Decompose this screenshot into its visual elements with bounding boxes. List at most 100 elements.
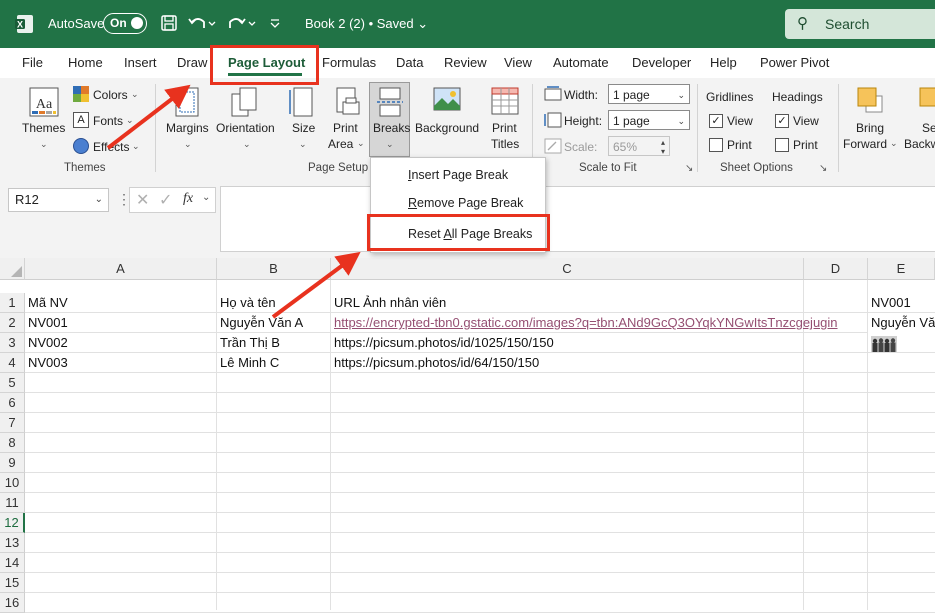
row-header-1[interactable]: 1: [0, 293, 25, 313]
select-all-corner[interactable]: [0, 258, 25, 280]
tab-home[interactable]: Home: [68, 48, 103, 78]
cell-a4[interactable]: NV003: [25, 353, 216, 373]
search-placeholder: Search: [825, 16, 870, 32]
tab-formulas[interactable]: Formulas: [322, 48, 376, 78]
gridline: [25, 532, 935, 533]
chevron-down-icon: ⌄: [132, 141, 140, 151]
headings-print-label: Print: [793, 138, 818, 152]
customize-qat-icon[interactable]: [268, 16, 282, 30]
tab-data[interactable]: Data: [396, 48, 423, 78]
tab-draw[interactable]: Draw: [177, 48, 207, 78]
name-box-value: R12: [15, 192, 39, 207]
row-header-16[interactable]: 16: [0, 593, 25, 613]
cell-c1[interactable]: URL Ảnh nhân viên: [331, 293, 803, 313]
headings-view-checkbox[interactable]: ✓: [775, 114, 789, 128]
menu-item-remove-page-break[interactable]: Remove Page Break: [371, 189, 545, 217]
scale-label: Scale:: [564, 140, 598, 154]
background-label: Background: [415, 121, 480, 135]
cell-c2-hyperlink[interactable]: https://encrypted-tbn0.gstatic.com/image…: [331, 313, 867, 333]
chevron-down-icon: ⌄: [94, 194, 103, 205]
column-header-a[interactable]: A: [25, 258, 217, 280]
column-header-e[interactable]: E: [868, 258, 935, 280]
row-header-6[interactable]: 6: [0, 393, 25, 413]
undo-icon[interactable]: [188, 14, 216, 32]
row-header-7[interactable]: 7: [0, 413, 25, 433]
breaks-button[interactable]: Breaks ⌄: [369, 82, 410, 157]
tab-file[interactable]: File: [22, 48, 43, 78]
menu-item-insert-page-break[interactable]: Insert Page Break: [371, 161, 545, 189]
chevron-down-icon: ⌄: [184, 139, 192, 149]
cell-a2[interactable]: NV001: [25, 313, 216, 333]
redo-icon[interactable]: [228, 14, 256, 32]
height-dropdown[interactable]: 1 page ⌄: [608, 110, 690, 130]
row-header-3[interactable]: 3: [0, 333, 25, 353]
width-dropdown[interactable]: 1 page ⌄: [608, 84, 690, 104]
row-header-14[interactable]: 14: [0, 553, 25, 573]
cell-a3[interactable]: NV002: [25, 333, 216, 353]
annotation-box-reset-all: [367, 214, 550, 251]
scale-spinner[interactable]: 65% ▴ ▾: [608, 136, 670, 156]
tab-insert[interactable]: Insert: [124, 48, 157, 78]
margins-label: Margins: [166, 121, 209, 135]
gridline: [25, 392, 935, 393]
save-icon[interactable]: [160, 14, 178, 32]
gridlines-view-checkbox[interactable]: ✓: [709, 114, 723, 128]
colors-icon: [73, 86, 89, 102]
tab-developer[interactable]: Developer: [632, 48, 691, 78]
row-header-9[interactable]: 9: [0, 453, 25, 473]
row-header-13[interactable]: 13: [0, 533, 25, 553]
print-area-label-2: Area: [328, 137, 354, 151]
group-divider: [838, 84, 839, 172]
tab-help[interactable]: Help: [710, 48, 737, 78]
row-header-12[interactable]: 12: [0, 513, 25, 533]
dialog-launcher-icon[interactable]: ↘: [685, 163, 693, 174]
tab-review[interactable]: Review: [444, 48, 487, 78]
column-header-c[interactable]: C: [331, 258, 804, 280]
formula-input[interactable]: [220, 186, 935, 252]
cancel-icon[interactable]: ✕: [136, 190, 149, 210]
row-header-11[interactable]: 11: [0, 493, 25, 513]
row-header-8[interactable]: 8: [0, 433, 25, 453]
send-backward-label-1: Se: [922, 121, 935, 135]
gridlines-print-checkbox[interactable]: [709, 138, 723, 152]
cell-c4[interactable]: https://picsum.photos/id/64/150/150: [331, 353, 803, 373]
row-header-5[interactable]: 5: [0, 373, 25, 393]
tab-power-pivot[interactable]: Power Pivot: [760, 48, 829, 78]
tab-view[interactable]: View: [504, 48, 532, 78]
cell-e1[interactable]: NV001: [868, 293, 935, 313]
insert-function-icon[interactable]: fx: [183, 191, 193, 207]
search-box[interactable]: ⚲ Search: [785, 9, 935, 39]
print-titles-label-2: Titles: [491, 137, 520, 151]
height-value: 1 page: [613, 114, 650, 128]
bring-forward-label-1: Bring: [856, 121, 885, 135]
row-header-15[interactable]: 15: [0, 573, 25, 593]
bring-forward-label-2: Forward: [843, 137, 888, 151]
group-label-sheet-options: Sheet Options: [720, 162, 793, 174]
headings-print-checkbox[interactable]: [775, 138, 789, 152]
column-header-b[interactable]: B: [217, 258, 331, 280]
row-header-2[interactable]: 2: [0, 313, 25, 333]
dialog-launcher-icon[interactable]: ↘: [819, 163, 827, 174]
cell-b1[interactable]: Họ và tên: [217, 293, 330, 313]
headings-view-label: View: [793, 114, 819, 128]
cell-c3[interactable]: https://picsum.photos/id/1025/150/150: [331, 333, 803, 353]
width-label: Width:: [564, 88, 599, 102]
document-title[interactable]: Book 2 (2) • Saved ⌄: [305, 0, 428, 48]
gridline: [25, 572, 935, 573]
name-box[interactable]: R12 ⌄: [8, 188, 109, 212]
tab-automate[interactable]: Automate: [553, 48, 609, 78]
cell-b4[interactable]: Lê Minh C: [217, 353, 330, 373]
employee-photo-image[interactable]: [871, 336, 897, 352]
row-header-4[interactable]: 4: [0, 353, 25, 373]
gridline: [25, 592, 935, 593]
cell-e2[interactable]: Nguyễn Văn: [868, 313, 935, 333]
gridline: [25, 412, 935, 413]
column-header-d[interactable]: D: [804, 258, 868, 280]
cell-a1[interactable]: Mã NV: [25, 293, 216, 313]
enter-icon[interactable]: ✓: [159, 190, 172, 210]
row-header-10[interactable]: 10: [0, 473, 25, 493]
size-label: Size: [292, 121, 316, 135]
autosave-toggle[interactable]: On: [103, 13, 147, 34]
cell-b3[interactable]: Trần Thị B: [217, 333, 330, 353]
cell-b2[interactable]: Nguyễn Văn A: [217, 313, 330, 333]
